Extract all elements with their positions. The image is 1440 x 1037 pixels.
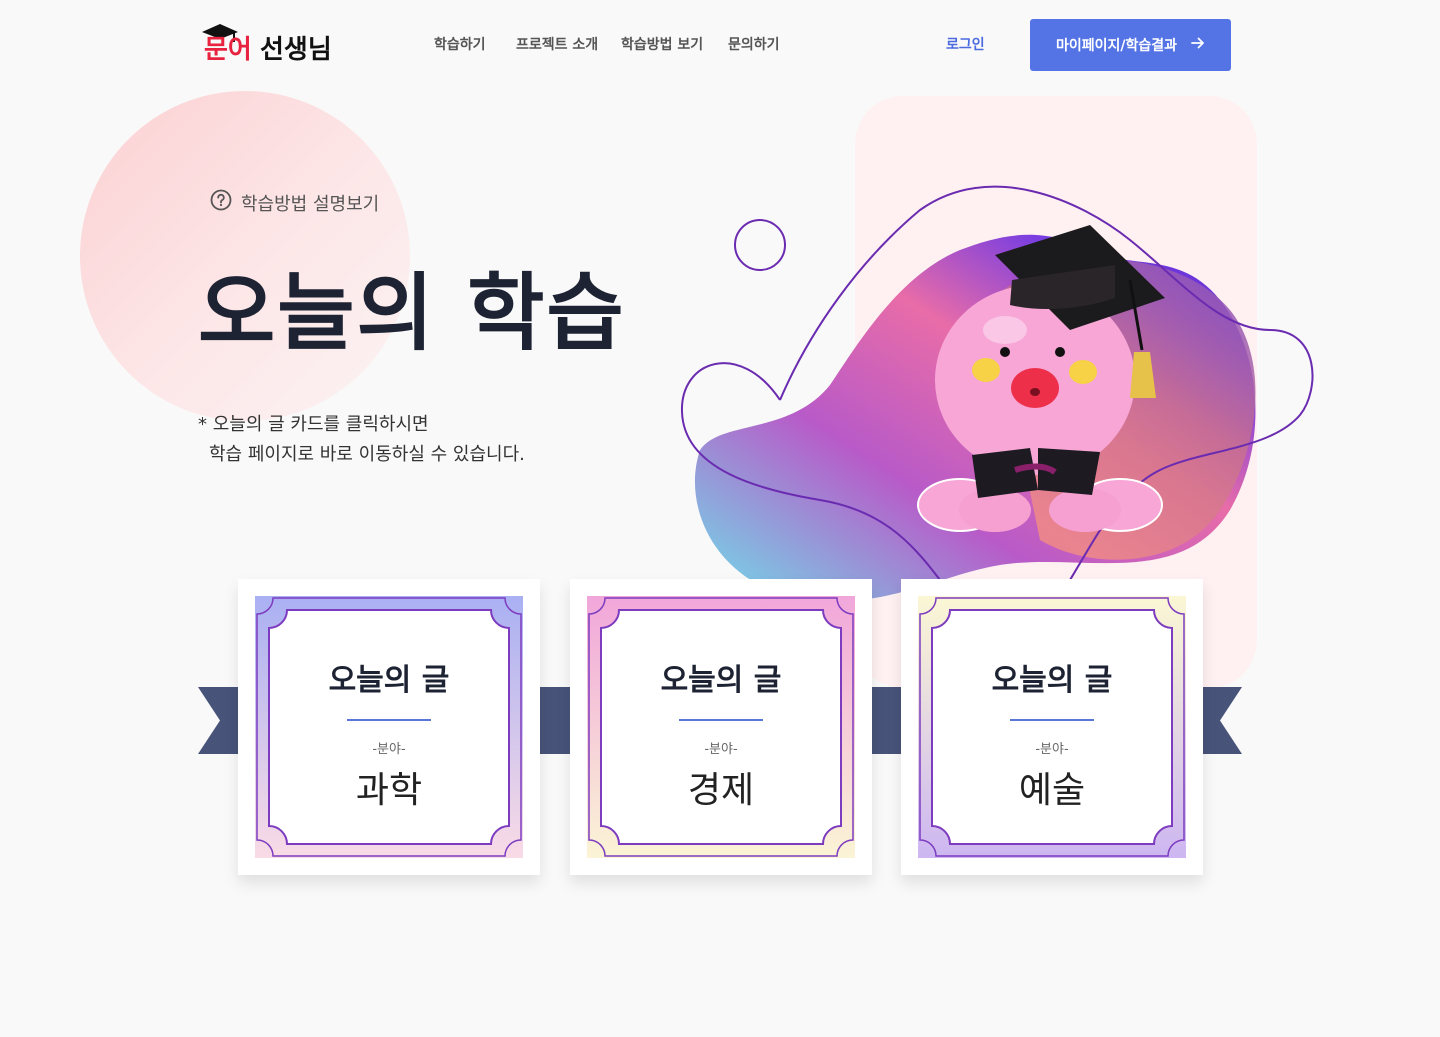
description-line-2: 학습 페이지로 바로 이동하실 수 있습니다.	[209, 444, 525, 465]
help-link[interactable]: 학습방법 설명보기	[210, 189, 379, 216]
page: 문어 선생님 학습하기 프로젝트 소개 학습방법 보기 문의하기 로그인 마이페…	[0, 0, 1440, 1037]
card-divider	[679, 719, 763, 721]
card-title: 오늘의 글	[660, 663, 782, 698]
mypage-button-label: 마이페이지/학습결과	[1055, 38, 1178, 54]
svg-text:선생님: 선생님	[260, 35, 332, 65]
card-field-label: -분야-	[1035, 742, 1069, 757]
card-divider	[1010, 719, 1094, 721]
card-field: 예술	[1018, 770, 1086, 811]
question-icon	[210, 189, 232, 216]
svg-text:문어: 문어	[204, 35, 252, 65]
card-title: 오늘의 글	[991, 663, 1113, 698]
logo[interactable]: 문어 선생님	[200, 22, 335, 66]
page-title: 오늘의 학습	[198, 263, 626, 362]
card-field: 과학	[355, 770, 423, 811]
card-field: 경제	[687, 770, 755, 811]
description-line-1: * 오늘의 글 카드를 클릭하시면	[198, 414, 429, 435]
card-title: 오늘의 글	[328, 663, 450, 698]
card-field-label: -분야-	[704, 742, 738, 757]
help-label: 학습방법 설명보기	[241, 193, 380, 215]
card-divider	[347, 719, 431, 721]
today-article-card-art[interactable]: 오늘의 글 -분야- 예술	[901, 579, 1203, 875]
mypage-button[interactable]: 마이페이지/학습결과	[1030, 19, 1231, 71]
nav-contact[interactable]: 문의하기	[728, 34, 780, 54]
nav-method[interactable]: 학습방법 보기	[621, 34, 703, 54]
octopus-illustration	[660, 180, 1330, 610]
hero-description: * 오늘의 글 카드를 클릭하시면 학습 페이지로 바로 이동하실 수 있습니다…	[198, 410, 525, 470]
nav-project[interactable]: 프로젝트 소개	[516, 34, 598, 54]
login-link[interactable]: 로그인	[946, 34, 985, 54]
today-article-card-economy[interactable]: 오늘의 글 -분야- 경제	[570, 579, 872, 875]
card-frame	[255, 596, 523, 858]
card-frame	[918, 596, 1186, 858]
arrow-right-icon	[1191, 37, 1205, 53]
today-article-card-science[interactable]: 오늘의 글 -분야- 과학	[238, 579, 540, 875]
card-frame	[587, 596, 855, 858]
nav-study[interactable]: 학습하기	[434, 34, 486, 54]
card-field-label: -분야-	[372, 742, 406, 757]
